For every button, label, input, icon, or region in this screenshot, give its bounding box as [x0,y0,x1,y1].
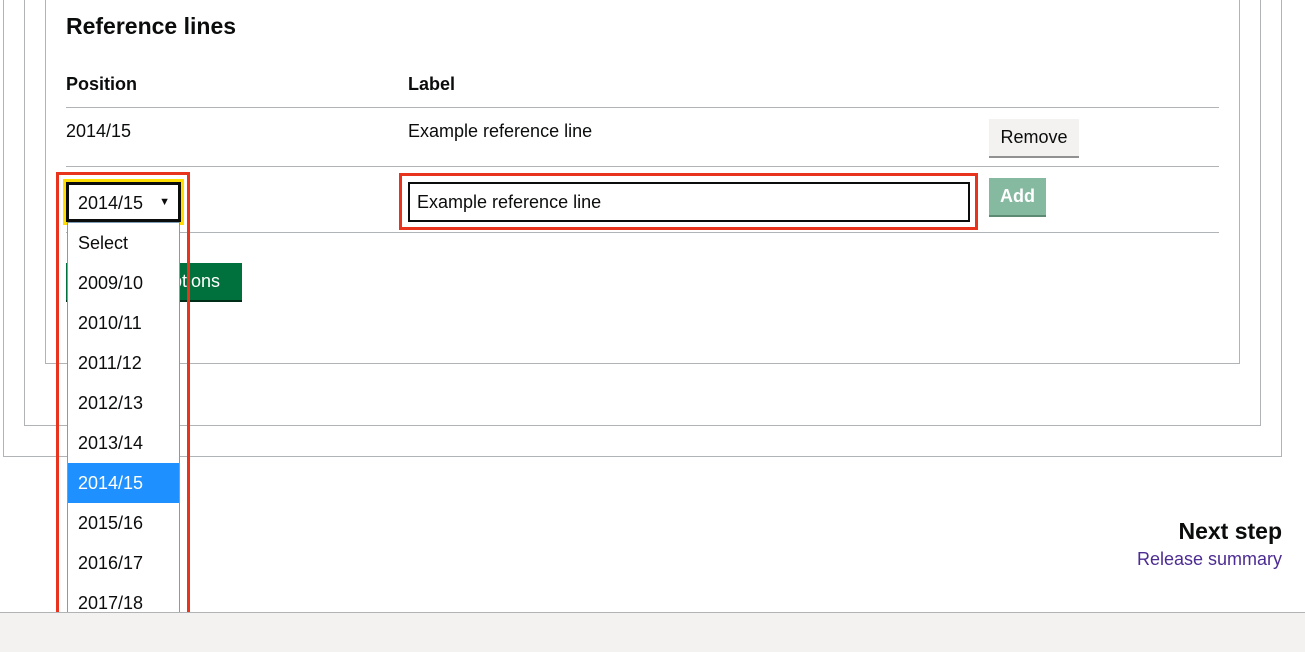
row-label: Example reference line [408,121,593,141]
highlight-box-input [399,173,978,230]
highlight-box-select [56,172,190,632]
column-header-label: Label [408,74,456,94]
row-position: 2014/15 [66,121,132,141]
column-header-position: Position [66,74,137,94]
table-divider [66,107,1219,108]
add-button[interactable]: Add [989,178,1046,217]
page-footer [0,612,1305,652]
remove-button[interactable]: Remove [989,119,1079,158]
table-divider [66,166,1219,167]
next-step-link[interactable]: Release summary [1137,549,1282,570]
table-divider [66,232,1219,233]
section-heading: Reference lines [66,13,237,39]
next-step-title: Next step [1178,518,1282,544]
